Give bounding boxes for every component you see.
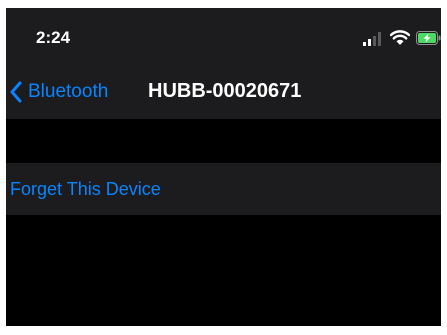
signal-icon (363, 32, 381, 46)
page-title: HUBB-00020671 (148, 80, 302, 102)
settings-list-group: Forget This Device (6, 163, 441, 215)
back-button[interactable]: Bluetooth (6, 66, 141, 119)
empty-background (6, 215, 441, 326)
forget-device-label: Forget This Device (10, 179, 161, 199)
wifi-icon (390, 30, 410, 45)
back-button-label: Bluetooth (28, 81, 109, 102)
charging-battery-icon (416, 31, 441, 45)
status-bar: 2:24 (6, 8, 441, 66)
chevron-left-icon (10, 81, 22, 103)
phone-screen: 2:24 Bluetooth HUBB-00020671 Forget This… (6, 8, 441, 326)
section-spacer (6, 119, 441, 163)
forget-device-button[interactable]: Forget This Device (6, 163, 441, 215)
navigation-bar: Bluetooth HUBB-00020671 (6, 66, 441, 119)
status-time: 2:24 (36, 28, 71, 47)
